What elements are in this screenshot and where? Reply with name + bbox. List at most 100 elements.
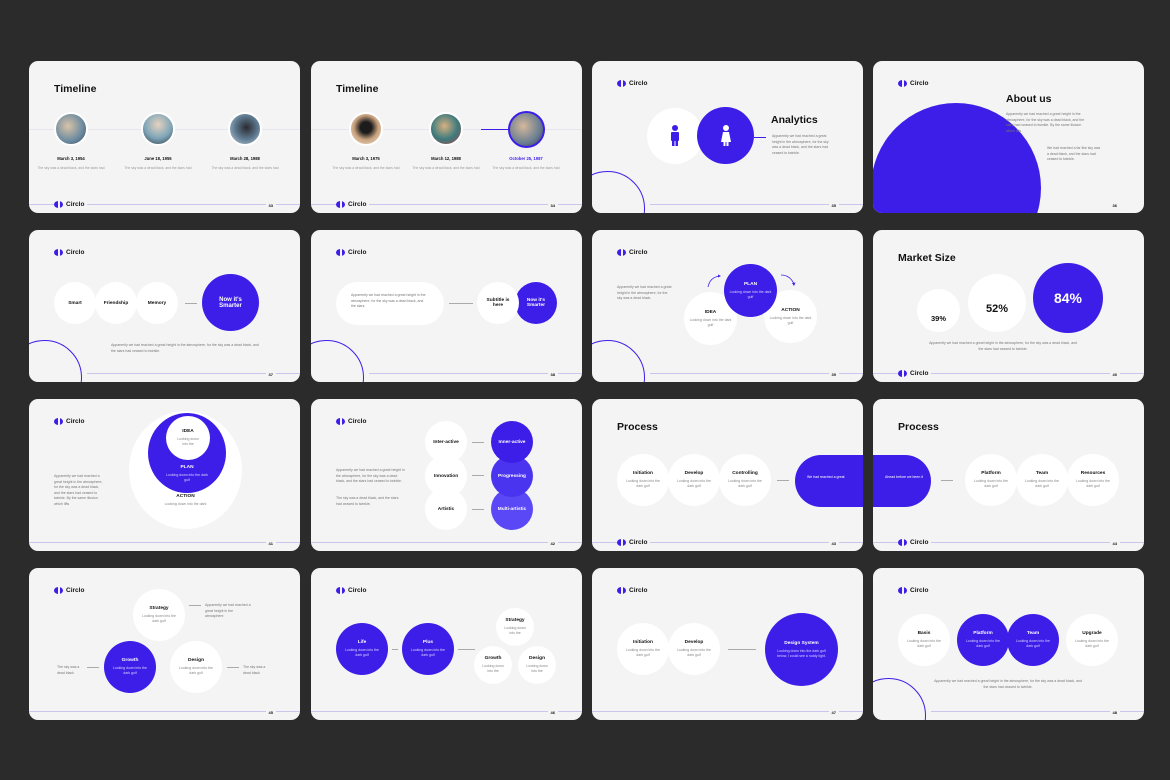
item-label: Growth (121, 658, 139, 664)
item-label: Basis (917, 631, 931, 637)
item-text: Looking down into the dark gulf (112, 666, 148, 675)
item-text: Looking down into the dark gulf (1075, 479, 1111, 488)
item-label: Smart (68, 300, 82, 306)
process-circle: Develop Looking down into the dark gulf (668, 623, 720, 675)
item-text: Looking down into the dark gulf (769, 315, 812, 325)
slide-44[interactable]: Process Ahead before we been it Platform… (873, 399, 1144, 551)
slide-39[interactable]: Circlo Apparently we had reached a great… (592, 230, 863, 382)
highlight-pill: Ahead before we been it (873, 455, 931, 507)
brand-name: Circlo (66, 418, 85, 425)
note-right: The sky was a dead black (243, 665, 266, 675)
item-text: Looking down into the dark gulf (178, 666, 214, 675)
slide-body-2: The sky was a dead black, and the stars … (336, 496, 399, 506)
item-text: Looking down into the dark gulf (1074, 639, 1110, 648)
item-text: Looking down into the dark gulf below, I… (777, 648, 826, 658)
timeline-date: June 18, 1955 (144, 156, 172, 161)
circlo-logo-icon (54, 418, 63, 425)
slide-46[interactable]: Circlo Life Looking down into the dark gu… (311, 568, 582, 720)
brand-logo: Circlo (54, 418, 84, 425)
timeline-text: The sky was a dead black, and the stars … (492, 166, 560, 170)
item-label: Develop (684, 640, 704, 646)
slide-41[interactable]: Circlo Apparently we had reached a great… (29, 399, 300, 551)
item-text: Looking down into the dark gulf (729, 289, 772, 299)
slide-47[interactable]: Circlo Initiation Looking down into the d… (592, 568, 863, 720)
slide-34[interactable]: Timeline March 3, 1975 The sky was a dea… (311, 61, 582, 213)
item-label: Design (529, 656, 545, 662)
item-text: Looking down into the dark gulf (344, 648, 380, 657)
item-label: Inter-active (433, 439, 459, 445)
brand-logo: Circlo (54, 201, 88, 208)
brand-logo: Circlo (898, 370, 932, 377)
slide-35[interactable]: Circlo Analytics Apparently we had reach… (592, 61, 863, 213)
slide-title: Market Size (898, 252, 956, 264)
connector (472, 442, 484, 443)
footer-line (29, 711, 300, 712)
slide-body: Apparently we had reached a great height… (929, 341, 1077, 351)
slide-43[interactable]: Process Initiation Looking down into the … (592, 399, 863, 551)
timeline-text: The sky was a dead black, and the stars … (37, 166, 105, 170)
growth-circle: Growth Looking down into the (474, 646, 512, 684)
item-label: Multi-artistic (497, 506, 527, 512)
slide-body-1: Apparently we had reached a great height… (336, 468, 405, 484)
footer-line (29, 542, 300, 543)
item-label: Artistic (437, 506, 455, 512)
slide-48[interactable]: Circlo Basis Looking down into the dark g… (873, 568, 1144, 720)
footer-line (592, 711, 863, 712)
timeline-text: The sky was a dead black, and the stars … (124, 166, 192, 170)
process-circle: Resources Looking down into the dark gulf (1067, 454, 1119, 506)
highlight-label: Now it's Smarter (219, 296, 242, 309)
strategy-circle: Strategy Looking down into the (496, 608, 534, 646)
slide-40[interactable]: Market Size 39% 52% 84% Apparently we ha… (873, 230, 1144, 382)
item-label: Life (357, 640, 367, 646)
item-text: Looking down into the dark gulf (906, 639, 942, 648)
design-circle: Design Looking down into the dark gulf (170, 641, 222, 693)
brand-name: Circlo (629, 249, 648, 256)
circlo-logo-icon (617, 587, 626, 594)
item-text: Looking down into the dark gulf (1015, 639, 1051, 648)
brand-name: Circlo (629, 80, 648, 87)
circlo-logo-icon (336, 587, 345, 594)
design-system-circle: Design System Looking down into the dark … (765, 613, 838, 686)
slide-body-1: Apparently we had reached a great height… (1006, 112, 1085, 133)
page-number: 48 (1109, 710, 1120, 715)
decorative-ring (29, 340, 82, 382)
item-label: Innovation (433, 473, 459, 479)
life-circle: Life Looking down into the dark gulf (336, 623, 388, 675)
value-circle-medium: 52% (968, 274, 1026, 332)
brand-logo: Circlo (617, 249, 647, 256)
page-number: 41 (265, 541, 276, 546)
slide-38[interactable]: Circlo Apparently we had reached a great… (311, 230, 582, 382)
process-circle: Controlling Looking down into the dark gu… (719, 454, 771, 506)
slide-title: About us (1006, 93, 1052, 105)
circlo-logo-icon (617, 539, 626, 546)
connector (472, 475, 484, 476)
pill-text: Apparently we had reached a great height… (351, 293, 426, 309)
item-label: Inner-active (498, 439, 526, 445)
page-number: 39 (828, 372, 839, 377)
slide-title: Timeline (336, 83, 379, 95)
slide-title: Process (898, 421, 939, 433)
page-number: 34 (547, 203, 558, 208)
page-number: 45 (265, 710, 276, 715)
brand-name: Circlo (66, 249, 85, 256)
plus-circle: Plus Looking down into the dark gulf (402, 623, 454, 675)
slide-37[interactable]: Circlo Smart Friendship Memory Now it's … (29, 230, 300, 382)
slide-36[interactable]: Circlo About us Apparently we had reache… (873, 61, 1144, 213)
page-number: 44 (1109, 541, 1120, 546)
slide-45[interactable]: Circlo Strategy Looking down into the dar… (29, 568, 300, 720)
brand-name: Circlo (910, 587, 929, 594)
brand-name: Circlo (629, 539, 648, 546)
item-text: Looking down into the dark gulf (973, 479, 1009, 488)
brand-name: Circlo (66, 201, 85, 208)
brand-logo: Circlo (617, 539, 651, 546)
item-text: Looking down into the dark gulf (410, 648, 446, 657)
circlo-logo-icon (54, 587, 63, 594)
connector (227, 667, 239, 668)
decorative-ring (873, 678, 926, 720)
person-circle-white (647, 108, 703, 164)
page-number: 37 (265, 372, 276, 377)
plan-circle: PLAN Looking down into the dark gulf (724, 264, 777, 317)
slide-42[interactable]: Circlo Apparently we had reached a great… (311, 399, 582, 551)
slide-33[interactable]: Timeline March 3, 1954 The sky was a dea… (29, 61, 300, 213)
connector (449, 303, 473, 304)
